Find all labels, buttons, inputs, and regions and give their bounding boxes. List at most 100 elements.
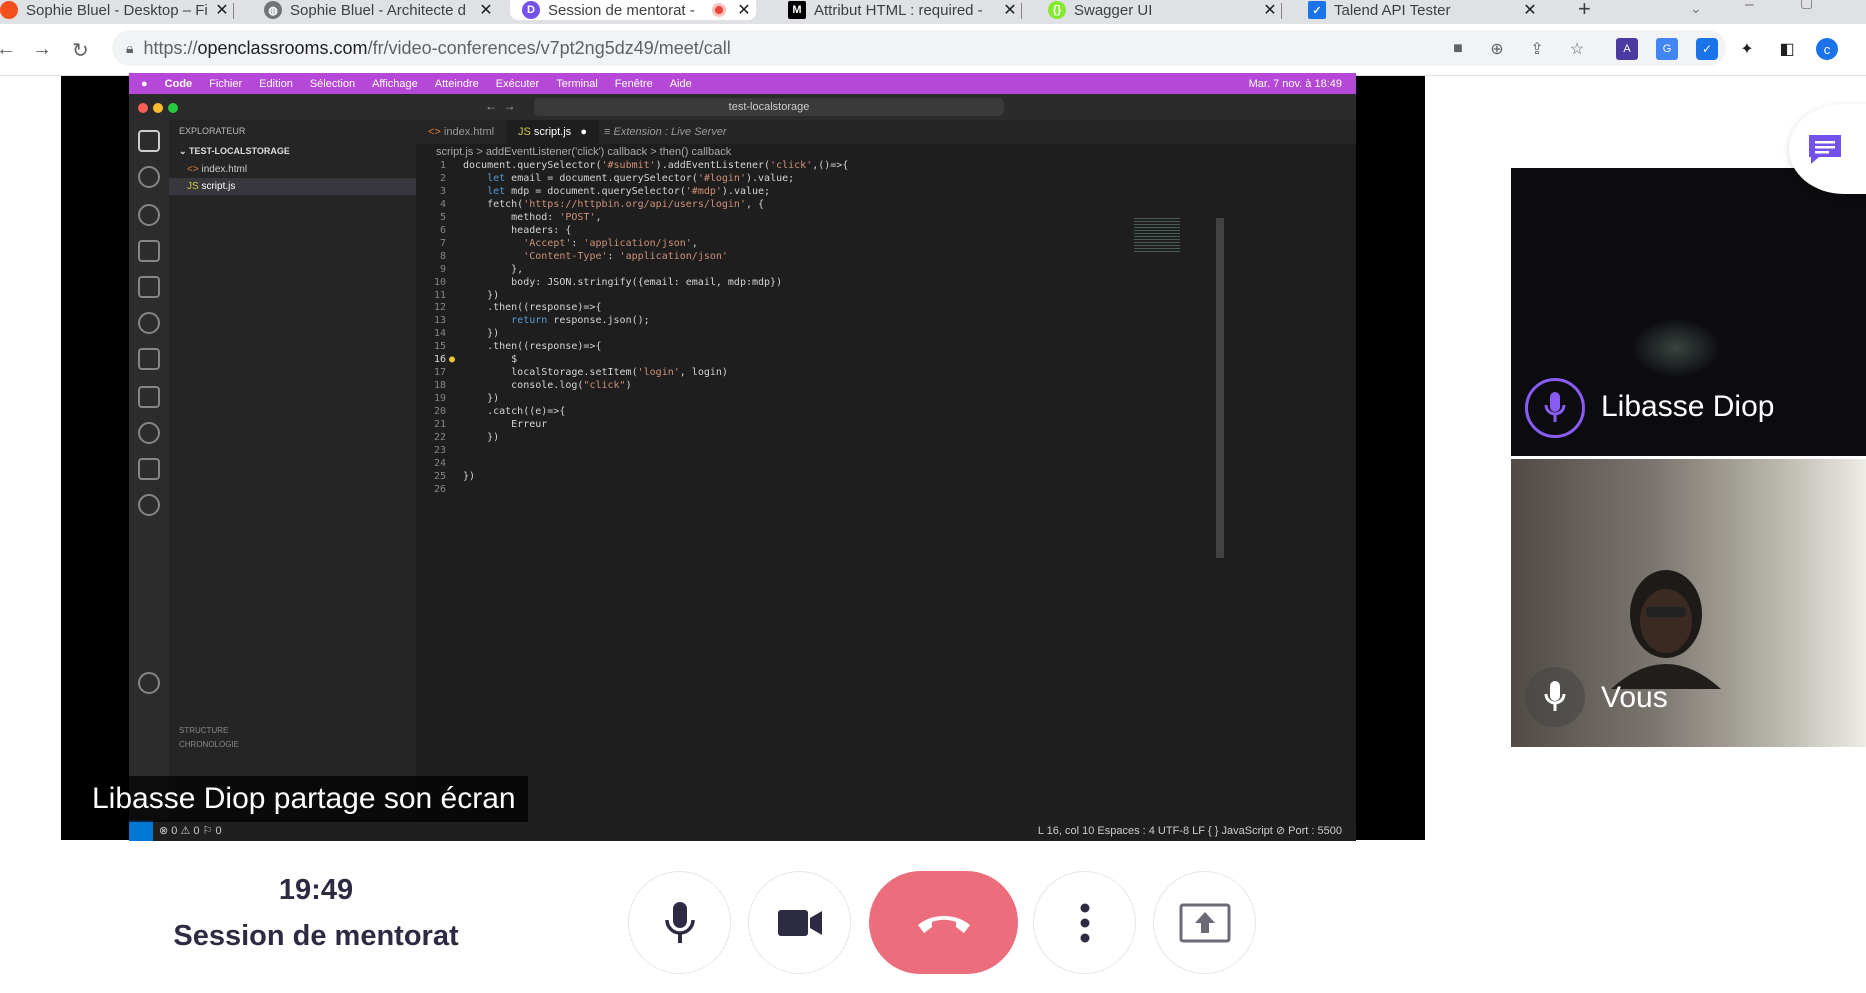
line-number: 10 — [433, 276, 446, 288]
line-number: 26 — [433, 483, 446, 495]
blurred-video — [1631, 318, 1721, 378]
line-number: 24 — [433, 457, 446, 469]
share-icon[interactable]: ⇪ — [1526, 38, 1548, 60]
participant-tile-self: Vous — [1511, 459, 1866, 747]
mac-menu-item: Aide — [669, 77, 692, 90]
mic-icon — [1525, 667, 1585, 727]
participant-tile: Libasse Diop — [1511, 168, 1866, 456]
close-tab-icon[interactable]: ✕ — [732, 0, 756, 20]
profile-avatar[interactable]: c — [1816, 38, 1838, 60]
code-line: body: JSON.stringify({email: email, mdp:… — [463, 276, 783, 288]
mac-menu-item: Fichier — [209, 77, 243, 90]
vscode-status-bar: ⊗ 0 ⚠ 0 ⚐ 0 L 16, col 10 Espaces : 4 UTF… — [129, 820, 1356, 841]
mac-menu-item: Exécuter — [495, 77, 540, 90]
mac-menu-item: Fenêtre — [614, 77, 653, 90]
code-line: }) — [463, 289, 500, 301]
line-number: 25 — [433, 470, 446, 482]
mac-menu-item: Code — [164, 77, 193, 90]
browser-tab[interactable]: ✓ Talend API Tester ✕ — [1296, 0, 1542, 20]
line-number: 17 — [433, 367, 446, 379]
mac-menu-bar: ● Code Fichier Edition Sélection Afficha… — [129, 73, 1356, 94]
nav-arrows-icon: ← → — [485, 99, 516, 113]
close-tab-icon[interactable]: ✕ — [474, 0, 498, 20]
more-options-button[interactable] — [1033, 871, 1136, 974]
line-number: 5 — [439, 211, 446, 223]
puzzle-extensions-icon[interactable]: ✦ — [1736, 38, 1758, 60]
close-tab-icon[interactable]: ✕ — [1258, 0, 1282, 20]
code-editor: <> index.html JS script.js ● ≡ Extension… — [416, 120, 1356, 820]
editor-status: L 16, col 10 Espaces : 4 UTF-8 LF { } Ja… — [1037, 825, 1342, 837]
line-number: 19 — [433, 393, 446, 405]
code-line: .then((response)=>{ — [463, 302, 602, 314]
line-number: 6 — [439, 224, 446, 236]
react-icon — [138, 312, 160, 334]
line-number: 8 — [439, 250, 446, 262]
minimize-dot-icon — [153, 103, 163, 113]
breadcrumb: script.js > addEventListener('click') ca… — [436, 146, 732, 158]
run-debug-icon — [138, 240, 160, 262]
chat-icon — [1809, 135, 1841, 164]
camera-icon[interactable]: ■ — [1447, 38, 1469, 60]
code-line: }) — [463, 470, 476, 482]
line-number: 18 — [433, 380, 446, 392]
search-icon — [138, 166, 160, 188]
lock-icon: 🔒︎ — [126, 39, 134, 56]
line-number: 22 — [433, 431, 446, 443]
close-tab-icon[interactable]: ✕ — [210, 0, 234, 20]
check-extension-icon[interactable]: ✓ — [1696, 38, 1718, 60]
translate-extension-icon[interactable]: G — [1656, 38, 1678, 60]
explorer-panel: EXPLORATEUR ⌄ TEST-LOCALSTORAGE <> index… — [169, 120, 416, 820]
editor-tab: <> index.html — [428, 126, 495, 138]
browser-tab[interactable]: Sophie Bluel - Desktop – Fi ✕ — [0, 0, 234, 20]
timeline-panel: CHRONOLOGIE — [179, 740, 240, 749]
share-screen-button[interactable] — [1153, 871, 1256, 974]
code-line: fetch('https://httpbin.org/api/users/log… — [463, 198, 765, 210]
new-tab-icon[interactable]: + — [1578, 0, 1591, 20]
browser-tab-strip: Sophie Bluel - Desktop – Fi ✕ ◍ Sophie B… — [0, 0, 1866, 24]
code-line: method: 'POST', — [463, 211, 602, 223]
address-bar[interactable]: 🔒︎ https://openclassrooms.com/fr/video-c… — [112, 30, 1726, 66]
side-panel-icon[interactable]: ◧ — [1776, 38, 1798, 60]
participant-name: Libasse Diop — [1601, 390, 1775, 423]
code-line: Erreur — [463, 419, 548, 430]
camera-button[interactable] — [748, 871, 851, 974]
hang-up-button[interactable] — [869, 871, 1018, 974]
code-line: }, — [463, 263, 524, 275]
close-tab-icon[interactable]: ✕ — [998, 0, 1022, 20]
minimize-icon[interactable]: – — [1745, 0, 1754, 14]
browser-toolbar: ← → ↻ 🔒︎ https://openclassrooms.com/fr/v… — [0, 24, 1866, 76]
editor-tabs: <> index.html JS script.js ● ≡ Extension… — [416, 120, 1356, 144]
talend-icon: ✓ — [1308, 1, 1326, 19]
browser-tab[interactable]: {} Swagger UI ✕ — [1036, 0, 1282, 20]
bookmark-star-icon[interactable]: ☆ — [1566, 38, 1588, 60]
phone-hangup-icon — [917, 915, 970, 933]
account-icon — [138, 672, 160, 694]
tab-search-icon[interactable]: ⌄ — [1690, 0, 1702, 17]
recording-icon — [712, 3, 726, 17]
microphone-icon — [664, 901, 695, 943]
line-number: 14 — [433, 328, 446, 340]
zoom-icon[interactable]: ⊕ — [1486, 38, 1508, 60]
line-number: 20 — [433, 406, 446, 418]
mac-menu-item: Terminal — [556, 77, 598, 90]
swagger-icon: {} — [1048, 1, 1066, 19]
code-line: console.log("click") — [463, 380, 632, 392]
microphone-button[interactable] — [628, 871, 731, 974]
editor-tab-active: JS script.js ● — [506, 120, 599, 144]
reload-icon[interactable]: ↻ — [72, 38, 89, 63]
js-file-icon: JS — [187, 181, 199, 192]
back-icon[interactable]: ← — [0, 38, 16, 61]
line-number: 12 — [433, 302, 446, 314]
browser-tab[interactable]: ◍ Sophie Bluel - Architecte d ✕ — [252, 0, 498, 20]
mac-menu-item: Affichage — [372, 77, 418, 90]
close-tab-icon[interactable]: ✕ — [1518, 0, 1542, 20]
forward-icon[interactable]: → — [32, 38, 52, 61]
maximize-icon[interactable]: ▢ — [1800, 0, 1813, 11]
browser-tab[interactable]: M Attribut HTML : required - ✕ — [776, 0, 1022, 20]
extension-icon[interactable]: A — [1616, 38, 1638, 60]
extensions-icon — [138, 276, 160, 298]
browser-tab-active[interactable]: D Session de mentorat - ✕ — [510, 0, 756, 20]
code-line: .then((response)=>{ — [463, 341, 602, 353]
line-number: 2 — [439, 172, 446, 184]
shared-screen: ● Code Fichier Edition Sélection Afficha… — [129, 73, 1356, 841]
